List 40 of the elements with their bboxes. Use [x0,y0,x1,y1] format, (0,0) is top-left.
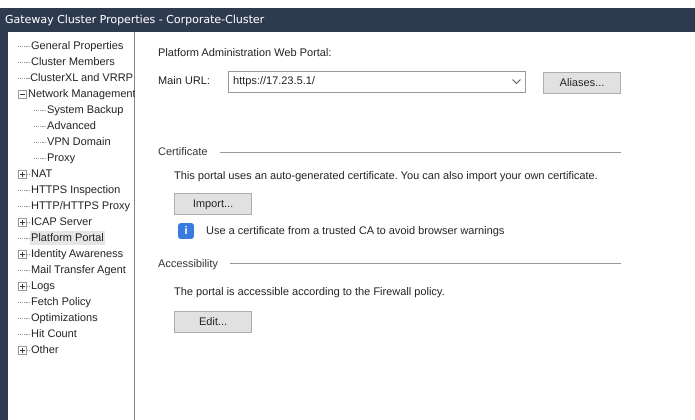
tree-item[interactable]: Mail Transfer Agent [30,263,127,277]
expand-icon[interactable] [18,346,27,354]
tree-item[interactable]: Platform Portal [30,231,105,245]
tree-item[interactable]: NAT [30,167,54,181]
tree-item[interactable]: Network Management [27,87,137,101]
tree-item[interactable]: Identity Awareness [30,247,124,261]
tree-item[interactable]: General Properties [30,39,124,53]
section-title: Accessibility [158,256,218,272]
tree-item[interactable]: Other [30,343,60,357]
tree-item[interactable]: HTTP/HTTPS Proxy [30,199,132,213]
tree-item[interactable]: HTTPS Inspection [30,183,122,197]
tree-item[interactable]: ClusterXL and VRRP [29,71,134,85]
tree-item[interactable]: Logs [30,279,56,293]
url-label: Main URL: [158,74,211,90]
tree-item[interactable]: Hit Count [30,327,78,341]
certificate-text: This portal uses an auto-generated certificate. You can also import your own certificate. [174,169,599,184]
tree-item[interactable]: System Backup [46,103,124,117]
portal-heading: Platform Administration Web Portal: [158,46,332,61]
tree-item[interactable]: Proxy [46,151,76,165]
expand-icon[interactable] [18,250,27,258]
info-text: Use a certificate from a trusted CA to avoid browser warnings [206,224,504,239]
chevron-down-icon [512,79,521,84]
window-title: Gateway Cluster Properties - Corporate-Cluster [5,12,264,28]
tree-item[interactable]: Cluster Members [30,55,116,69]
info-icon: i [178,223,194,240]
accessibility-text: The portal is accessible according to the Firewall policy. [174,285,446,300]
expand-icon[interactable] [18,170,27,178]
collapse-icon[interactable] [18,90,27,98]
tree-item[interactable]: ICAP Server [30,215,93,229]
tree-item[interactable]: VPN Domain [46,135,112,149]
tree-item[interactable]: Fetch Policy [30,295,92,309]
edit-button[interactable]: Edit... [174,310,252,333]
expand-icon[interactable] [18,218,27,226]
tree-item[interactable]: Advanced [46,119,97,133]
expand-icon[interactable] [18,282,27,290]
url-dropdown[interactable]: https://17.23.5.1/ [228,70,526,93]
import-button[interactable]: Import... [174,193,252,215]
tree-item[interactable]: Optimizations [30,311,99,325]
section-title: Certificate [158,144,208,160]
aliases-button[interactable]: Aliases... [543,72,621,94]
